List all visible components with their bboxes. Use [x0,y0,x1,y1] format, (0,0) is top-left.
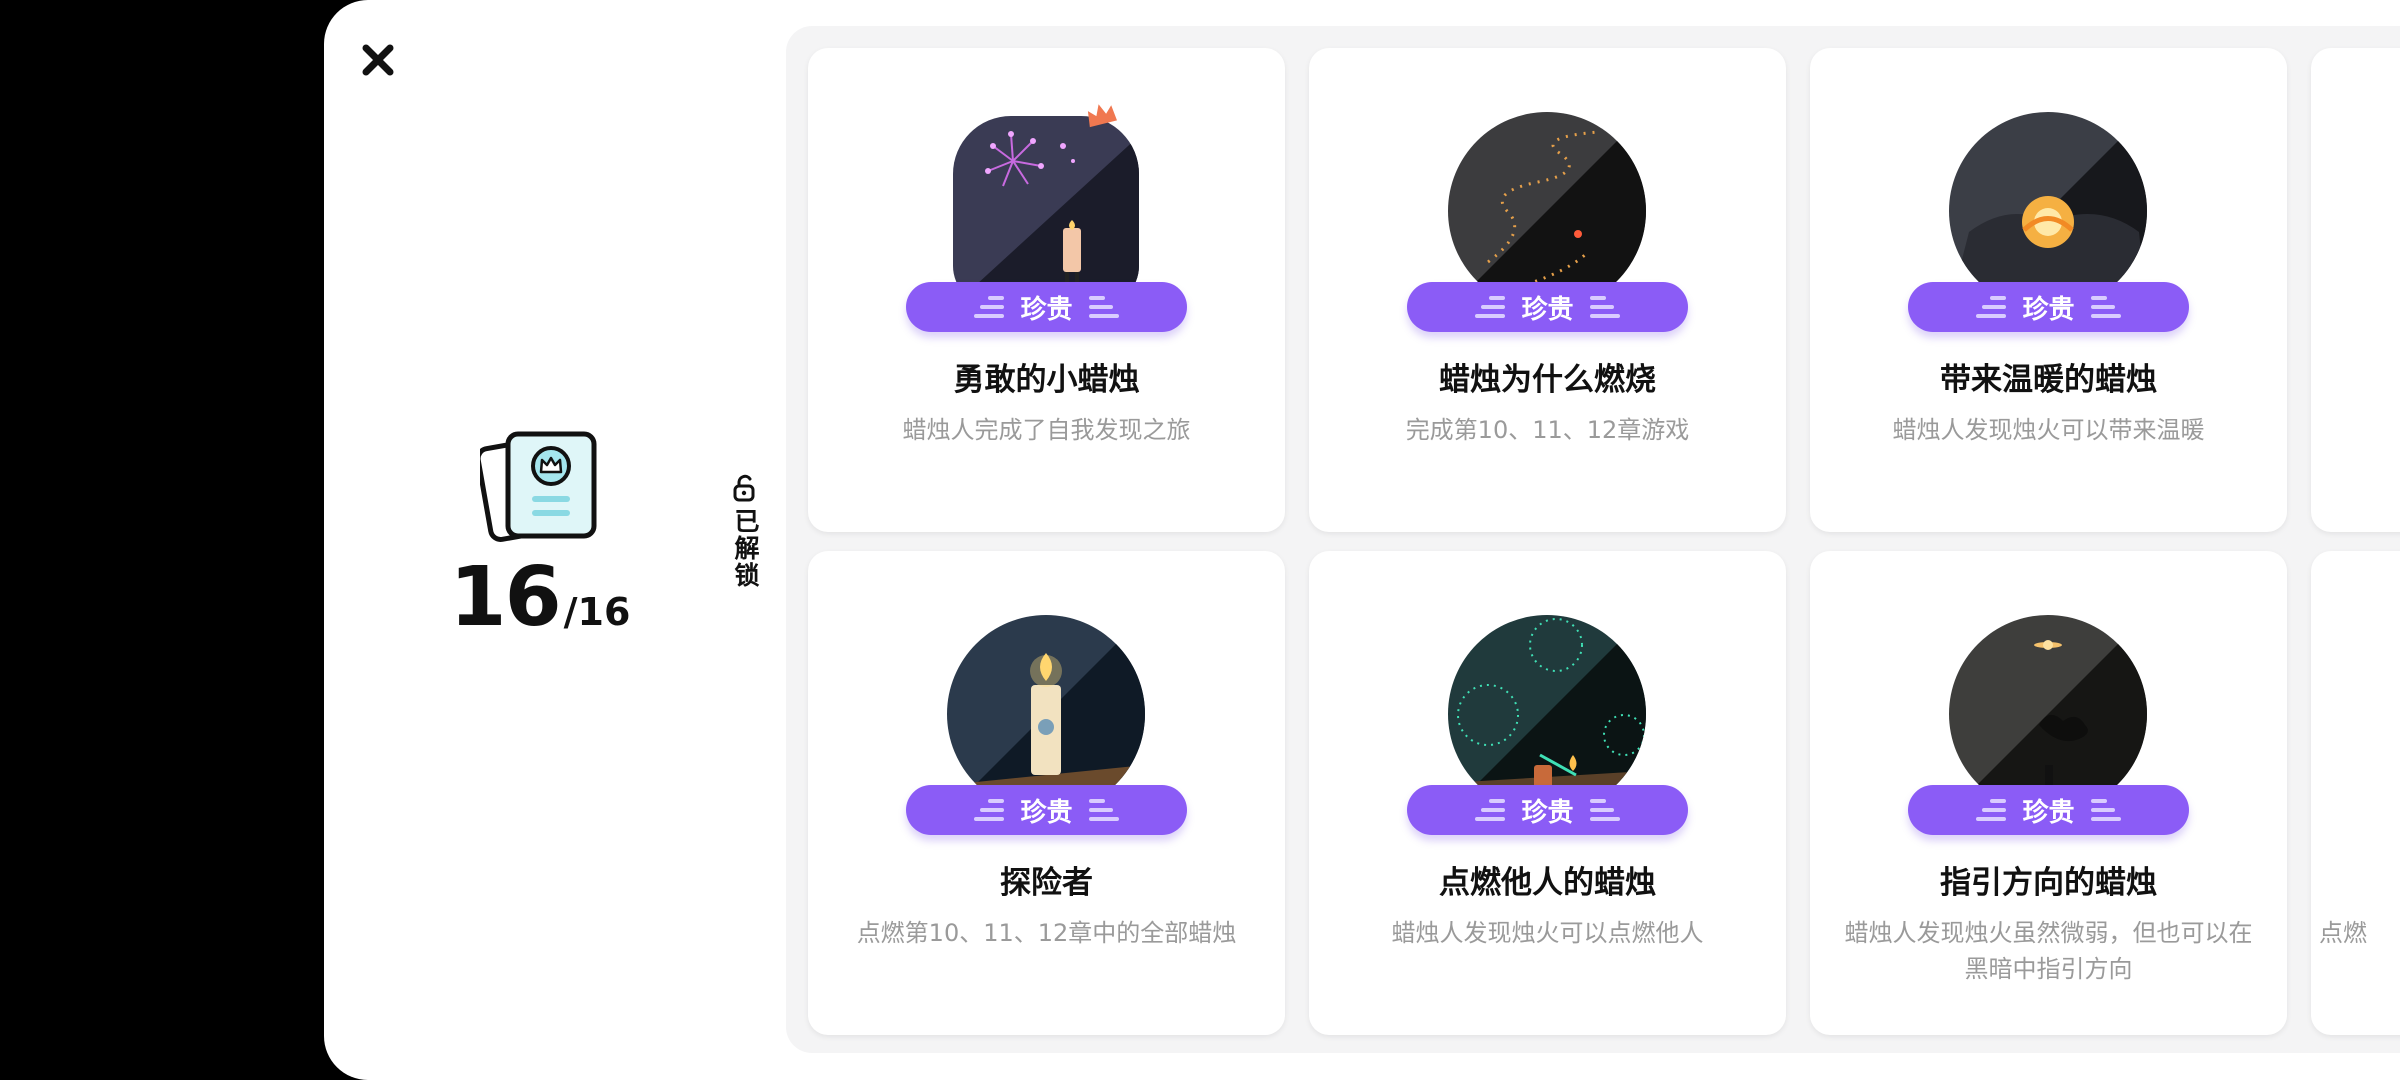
achievement-description: 蜡烛人发现烛火可以点燃他人 [1391,919,1704,947]
achievement-image [953,116,1139,306]
achievement-description: 蜡烛人发现烛火可以带来温暖 [1892,416,2205,444]
total-number: /16 [563,590,631,634]
unlock-count: 16 /16 [450,550,631,645]
achievement-description: 点燃第10、11、12章中的全部蜡烛 [856,919,1237,947]
achievement-summary: 16 /16 [440,430,640,645]
achievement-card[interactable]: 珍贵 探险者 点燃第10、11、12章中的全部蜡烛 [808,551,1285,1035]
achievement-title: 指引方向的蜡烛 [1940,865,2157,901]
unlocked-number: 16 [449,550,562,645]
achievement-title: 探险者 [1000,865,1093,901]
achievement-card[interactable]: 珍贵 勇敢的小蜡烛 蜡烛人完成了自我发现之旅 [808,48,1285,532]
achievement-image [1949,112,2147,310]
rarity-label: 珍贵 [1020,294,1073,325]
achievement-card[interactable]: 珍贵 带来温暖的蜡烛 蜡烛人发现烛火可以带来温暖 [1810,48,2287,532]
achievement-title: 勇敢的小蜡烛 [953,362,1140,398]
achievement-card[interactable]: 珍贵 蜡烛为什么燃烧 完成第10、11、12章游戏 [1309,48,1786,532]
achievement-description: 蜡烛人发现烛火虽然微弱，但也可以在黑暗中指引方向 [1844,919,2253,983]
rarity-badge: 珍贵 [1407,282,1688,332]
rarity-badge: 珍贵 [1908,282,2189,332]
achievement-description: 点燃 [2319,919,2367,947]
achievement-title: 点燃他人的蜡烛 [1439,865,1656,901]
achievement-card[interactable]: 珍贵 指引方向的蜡烛 蜡烛人发现烛火虽然微弱，但也可以在黑暗中指引方向 [1810,551,2287,1035]
rarity-label: 珍贵 [2022,797,2075,828]
achievement-description: 蜡烛人完成了自我发现之旅 [902,416,1191,444]
rarity-label: 珍贵 [1521,797,1574,828]
rarity-badge: 珍贵 [906,785,1187,835]
crown-icon [1087,104,1118,128]
achievement-image [1448,615,1646,813]
rarity-label: 珍贵 [2022,294,2075,325]
unlock-icon [733,474,755,502]
rarity-label: 珍贵 [1521,294,1574,325]
rarity-badge: 珍贵 [1908,785,2189,835]
achievement-title: 带来温暖的蜡烛 [1940,362,2157,398]
achievement-grid: 珍贵 勇敢的小蜡烛 蜡烛人完成了自我发现之旅 珍贵 蜡烛为什么燃烧 完成第10、… [786,26,2400,1053]
unlocked-label: 已解锁 [731,508,760,589]
achievement-panel: 16 /16 已解锁 珍贵 勇敢的小蜡烛 蜡烛人完成了自我发现之旅 珍贵 蜡烛为… [324,0,2400,1080]
achievement-cards-icon [480,431,597,542]
unlocked-filter-tab[interactable]: 已解锁 [720,474,770,614]
achievement-card-partial[interactable]: 点燃 [2311,551,2400,1035]
achievement-title: 蜡烛为什么燃烧 [1439,362,1656,398]
achievement-description: 完成第10、11、12章游戏 [1405,416,1690,444]
rarity-badge: 珍贵 [1407,785,1688,835]
achievement-image [1949,615,2147,813]
achievement-card-partial[interactable] [2311,48,2400,532]
achievement-image [947,615,1145,813]
rarity-badge: 珍贵 [906,282,1187,332]
achievement-card[interactable]: 珍贵 点燃他人的蜡烛 蜡烛人发现烛火可以点燃他人 [1309,551,1786,1035]
close-icon [362,44,394,76]
close-button[interactable] [348,28,408,92]
rarity-label: 珍贵 [1020,797,1073,828]
achievement-image [1448,112,1646,310]
